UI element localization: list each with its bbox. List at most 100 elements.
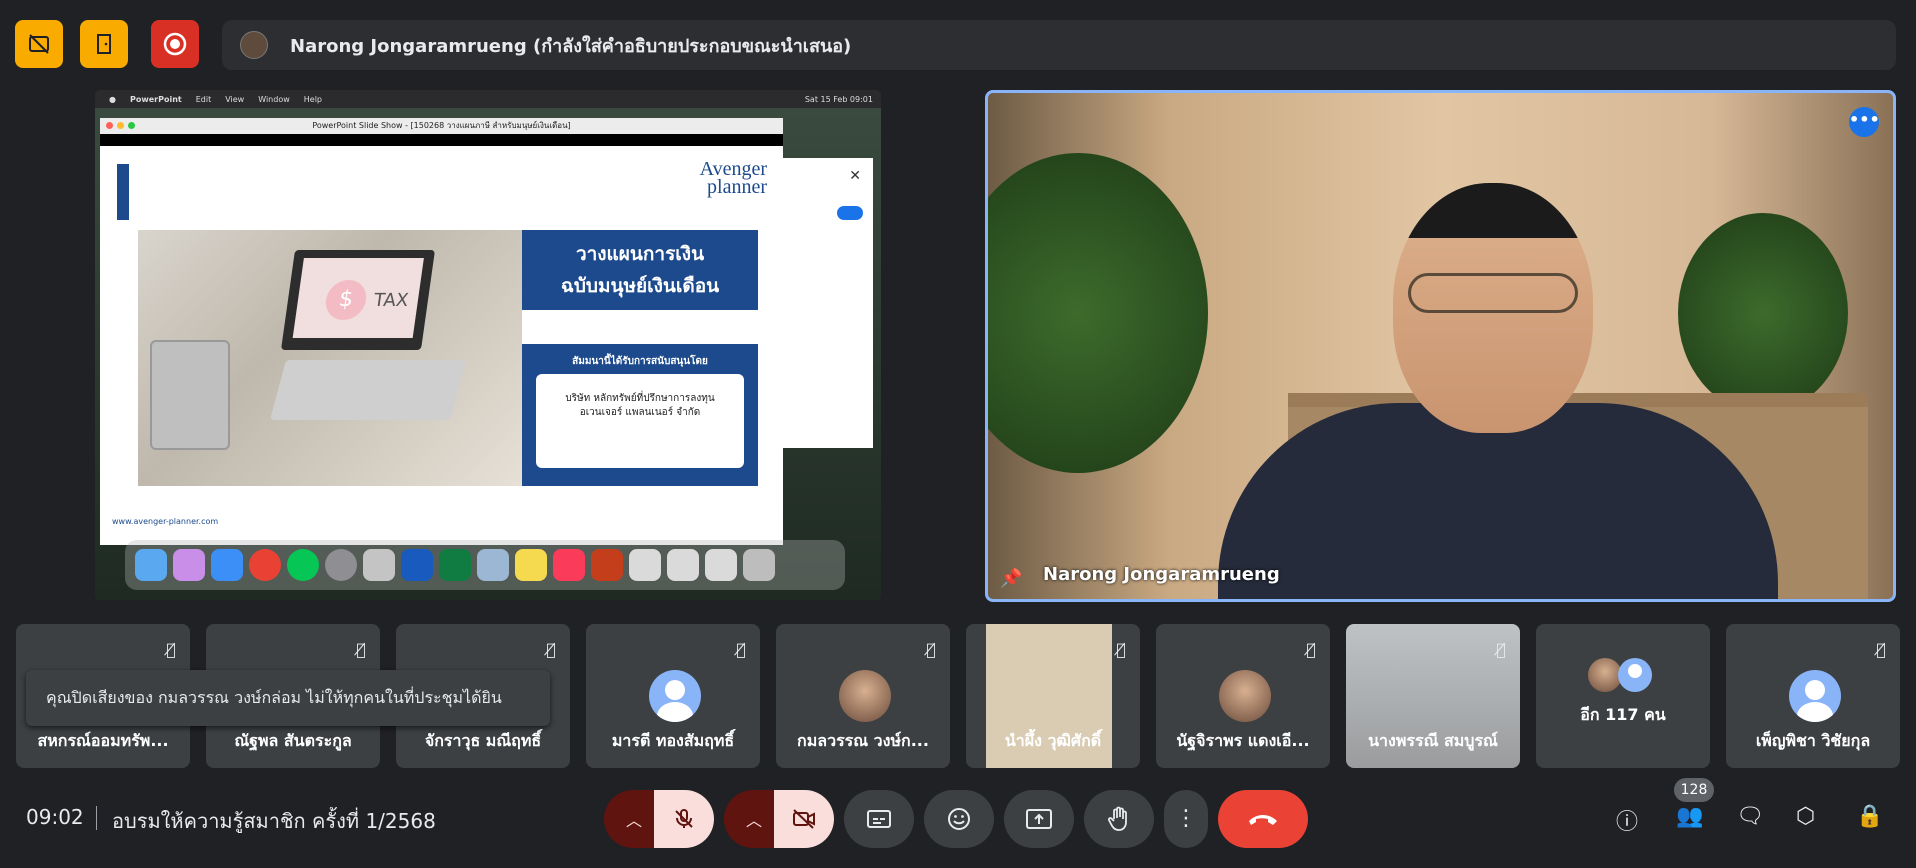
music-icon bbox=[553, 549, 585, 581]
toast-message: คุณปิดเสียงของ กมลวรรณ วงษ์กล่อม ไม่ให้ท… bbox=[46, 688, 502, 707]
slide-letterbox bbox=[100, 134, 783, 146]
participant-tile[interactable]: 🎙̸ มารตี ทองสัมฤทธิ์ bbox=[586, 624, 760, 768]
camera-toggle-button[interactable] bbox=[774, 790, 834, 848]
door-button[interactable] bbox=[80, 20, 128, 68]
host-controls-button[interactable]: 🔒 bbox=[1856, 804, 1883, 829]
mac-desktop: ✕ PowerPoint Slide Show - [150268 วางแผน… bbox=[95, 108, 881, 600]
recording-button[interactable] bbox=[151, 20, 199, 68]
mac-menu-item: Window bbox=[258, 94, 290, 104]
participant-count-badge: 128 bbox=[1674, 778, 1714, 802]
sponsor-box: สัมมนานี้ได้รับการสนับสนุนโดย บริษัท หลั… bbox=[522, 344, 758, 486]
dollar-coin-icon: $ bbox=[323, 280, 369, 320]
top-bar: Narong Jongaramrueng (กำลังใส่คำอธิบายปร… bbox=[0, 0, 1916, 90]
document-icon bbox=[629, 549, 661, 581]
closed-caption-icon bbox=[867, 810, 891, 828]
hide-tiles-button[interactable] bbox=[15, 20, 63, 68]
participant-tile[interactable]: 🎙̸ นำผึ้ง วุฒิศักดิ์ bbox=[966, 624, 1140, 768]
participant-tile[interactable]: 🎙̸ นางพรรณี สมบูรณ์ bbox=[1346, 624, 1520, 768]
more-options-button[interactable]: ••• bbox=[1849, 107, 1880, 137]
participant-name: สหกรณ์ออมทรัพ... bbox=[37, 731, 169, 750]
activities-button[interactable]: ⬡ bbox=[1796, 804, 1815, 829]
participant-tile[interactable]: 🎙̸ กมลวรรณ วงษ์ก... bbox=[776, 624, 950, 768]
participant-name: อีก 117 คน bbox=[1580, 705, 1666, 724]
pinned-video-tile[interactable]: ••• 📌 Narong Jongaramrueng bbox=[985, 90, 1896, 602]
avatar bbox=[649, 670, 701, 722]
slide-url: www.avenger-planner.com bbox=[112, 517, 219, 526]
slide-title-line: ฉบับมนุษย์เงินเดือน bbox=[560, 275, 720, 297]
avatar bbox=[1588, 658, 1622, 692]
participant-tile[interactable]: อีก 117 คน bbox=[1536, 624, 1710, 768]
emoji-icon bbox=[948, 808, 970, 830]
participant-name: Narong Jongaramrueng bbox=[1043, 564, 1280, 585]
laptop-image: $ TAX bbox=[280, 250, 436, 350]
raise-hand-button[interactable] bbox=[1084, 790, 1154, 848]
chrome-icon bbox=[249, 549, 281, 581]
mic-off-icon: 🎙̸ bbox=[1496, 640, 1506, 659]
plant-left bbox=[988, 153, 1208, 473]
info-icon: ⓘ bbox=[1616, 810, 1639, 835]
emoji-reaction-button[interactable] bbox=[924, 790, 994, 848]
document-icon bbox=[705, 549, 737, 581]
slide-accent-bar bbox=[117, 164, 129, 220]
chat-button[interactable]: 🗨 bbox=[1736, 804, 1764, 829]
avenger-logo: Avenger planner bbox=[700, 159, 767, 198]
avatar bbox=[839, 670, 891, 722]
slide-title-box: วางแผนการเงิน ฉบับมนุษย์เงินเดือน bbox=[522, 230, 758, 310]
presenter-label: Narong Jongaramrueng (กำลังใส่คำอธิบายปร… bbox=[290, 35, 852, 57]
ppt-title: PowerPoint Slide Show - [150268 วางแผนภา… bbox=[312, 121, 571, 130]
participant-name: นางพรรณี สมบูรณ์ bbox=[1368, 731, 1498, 750]
more-vert-icon: ⋮ bbox=[1175, 806, 1197, 831]
slide-title-line: วางแผนการเงิน bbox=[575, 243, 705, 265]
presenter-avatar bbox=[240, 31, 268, 59]
launchpad-icon bbox=[173, 549, 205, 581]
presenter-banner[interactable]: Narong Jongaramrueng (กำลังใส่คำอธิบายปร… bbox=[222, 20, 1896, 70]
laptop-screen: $ TAX bbox=[292, 258, 424, 338]
preview-icon bbox=[477, 549, 509, 581]
mic-off-icon: 🎙̸ bbox=[356, 640, 366, 659]
screen-share-tile[interactable]: ● PowerPoint Edit View Window Help Sat 1… bbox=[95, 90, 881, 600]
more-options-button[interactable]: ⋮ bbox=[1164, 790, 1208, 848]
glasses bbox=[1408, 273, 1578, 313]
logo-line: planner bbox=[707, 176, 767, 198]
meeting-clock: 09:02 bbox=[26, 805, 84, 829]
meeting-info-button[interactable]: ⓘ bbox=[1616, 804, 1638, 836]
participant-name: เพ็ญพิชา วิชัยกุล bbox=[1755, 731, 1871, 750]
avatar bbox=[1219, 670, 1271, 722]
document-icon bbox=[667, 549, 699, 581]
close-icon: ✕ bbox=[849, 168, 861, 184]
meet-side-panel: ✕ bbox=[783, 158, 873, 448]
mic-off-icon: 🎙̸ bbox=[736, 640, 746, 659]
app-icon bbox=[363, 549, 395, 581]
meeting-title[interactable]: อบรมให้ความรู้สมาชิก ครั้งที่ 1/2568 bbox=[112, 805, 436, 837]
door-icon bbox=[97, 34, 111, 54]
mic-off-icon: 🎙̸ bbox=[546, 640, 556, 659]
participant-tile[interactable]: 🎙̸ เพ็ญพิชา วิชัยกุล bbox=[1726, 624, 1900, 768]
video-off-grid-icon bbox=[29, 34, 49, 54]
video-off-icon bbox=[793, 809, 815, 829]
call-end-icon bbox=[1249, 815, 1277, 825]
shapes-icon: ⬡ bbox=[1796, 804, 1816, 829]
mic-toggle-button[interactable] bbox=[654, 790, 714, 848]
chevron-up-icon: ︿ bbox=[625, 811, 642, 830]
leave-call-button[interactable] bbox=[1218, 790, 1308, 848]
sponsor-heading: สัมมนานี้ได้รับการสนับสนุนโดย bbox=[572, 356, 708, 367]
participant-tile[interactable]: 🎙̸ นัฐจิราพร แดงเอี... bbox=[1156, 624, 1330, 768]
lock-person-icon: 🔒 bbox=[1856, 804, 1884, 829]
participant-name: จักราวุธ มณีฤทธิ์ bbox=[424, 731, 542, 750]
plant-right bbox=[1678, 213, 1848, 413]
sponsor-card: บริษัท หลักทรัพย์ที่ปรึกษาการลงทุน อเวนเ… bbox=[536, 374, 744, 468]
apple-icon: ● bbox=[109, 94, 116, 104]
pin-icon: 📌 bbox=[1000, 568, 1023, 589]
mac-dock bbox=[125, 540, 845, 590]
hand-icon bbox=[1108, 806, 1127, 831]
people-icon: 👥 bbox=[1676, 804, 1704, 829]
captions-button[interactable] bbox=[844, 790, 914, 848]
mac-menu-bar: ● PowerPoint Edit View Window Help Sat 1… bbox=[95, 90, 881, 108]
present-screen-button[interactable] bbox=[1004, 790, 1074, 848]
word-icon bbox=[401, 549, 433, 581]
mac-menu-item: Help bbox=[303, 94, 323, 104]
mute-notification-toast: คุณปิดเสียงของ กมลวรรณ วงษ์กล่อม ไม่ให้ท… bbox=[26, 670, 550, 726]
mic-off-icon: 🎙̸ bbox=[1306, 640, 1316, 659]
people-button[interactable]: 👥 bbox=[1676, 804, 1703, 829]
mac-clock: Sat 15 Feb 09:01 bbox=[804, 94, 873, 104]
